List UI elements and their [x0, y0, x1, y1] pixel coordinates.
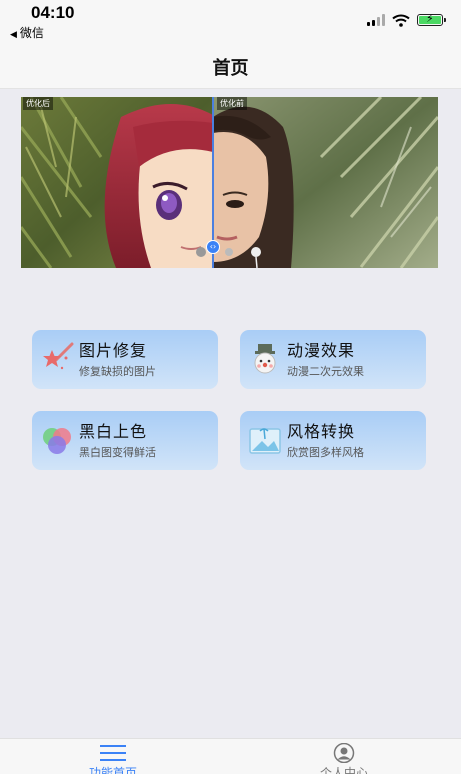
tab-bar: 功能首页 个人中心 — [0, 738, 461, 774]
landscape-icon — [249, 428, 281, 454]
cellular-signal-icon — [367, 14, 385, 26]
feature-title: 风格转换 — [287, 422, 356, 441]
before-after-compare[interactable]: 优化后 优化前 ‹› — [21, 97, 438, 268]
tab-profile[interactable]: 个人中心 — [284, 739, 404, 774]
battery-icon: ⚡ — [417, 12, 446, 26]
feature-subtitle: 动漫二次元效果 — [287, 365, 364, 378]
wifi-icon — [392, 14, 410, 27]
menu-icon — [100, 745, 126, 761]
compare-slider-handle[interactable]: ‹› — [206, 240, 220, 254]
feature-title: 图片修复 — [79, 341, 148, 360]
navigation-bar: 首页 — [0, 42, 461, 89]
status-time: 04:10 — [31, 3, 75, 22]
feature-subtitle: 黑白图变得鲜活 — [79, 446, 156, 459]
back-to-app-link[interactable]: ◀ 微信 — [10, 24, 44, 41]
snowman-icon — [254, 344, 276, 374]
feature-subtitle: 修复缺损的图片 — [79, 365, 156, 378]
after-label: 优化后 — [23, 97, 53, 110]
compare-image — [21, 97, 438, 268]
page-title: 首页 — [212, 58, 249, 79]
back-triangle-icon: ◀ — [10, 30, 17, 40]
feature-subtitle: 欣赏图多样风格 — [287, 446, 364, 459]
status-icons: ⚡ — [367, 11, 446, 29]
feature-card-anime-effect[interactable]: 动漫效果 动漫二次元效果 — [240, 330, 426, 389]
magic-wand-icon — [43, 342, 74, 370]
color-circles-icon — [43, 428, 71, 454]
feature-title: 黑白上色 — [79, 422, 148, 441]
user-icon — [333, 743, 355, 763]
feature-card-photo-repair[interactable]: 图片修复 修复缺损的图片 — [32, 330, 218, 389]
back-app-label: 微信 — [19, 26, 44, 40]
feature-card-style-transfer[interactable]: 风格转换 欣赏图多样风格 — [240, 411, 426, 470]
tab-home[interactable]: 功能首页 — [53, 739, 173, 774]
feature-card-colorize[interactable]: 黑白上色 黑白图变得鲜活 — [32, 411, 218, 470]
feature-title: 动漫效果 — [287, 341, 356, 360]
before-label: 优化前 — [217, 97, 247, 110]
status-bar: 04:10 ◀ 微信 ⚡ — [0, 0, 461, 42]
